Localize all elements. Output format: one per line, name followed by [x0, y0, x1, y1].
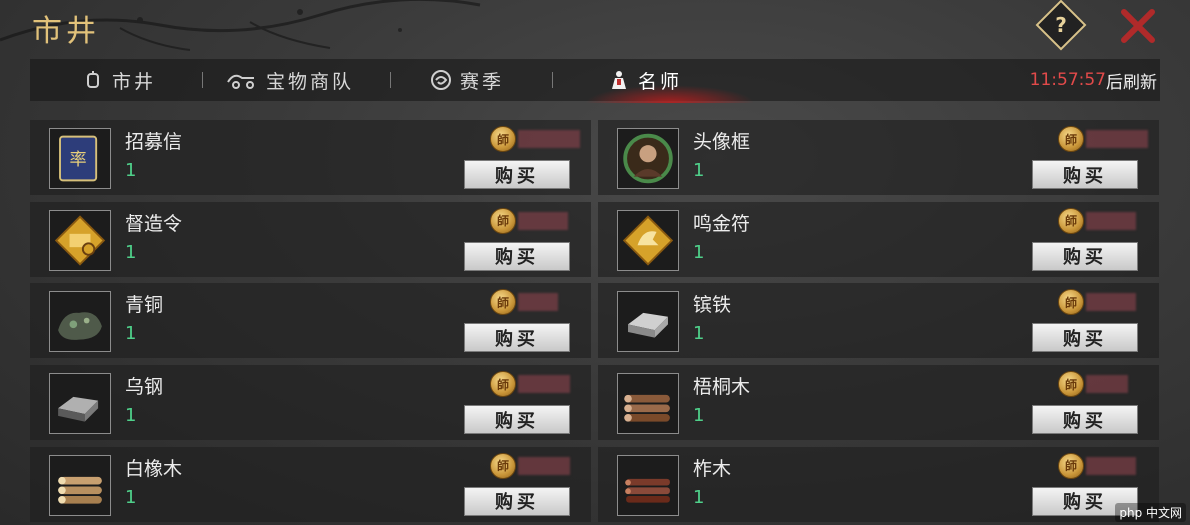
- buy-button[interactable]: 购买: [1032, 160, 1138, 189]
- tab-bar: 市井 宝物商队 赛季 名师 11:57:57 后刷新: [30, 59, 1160, 103]
- question-icon: ?: [1055, 13, 1067, 37]
- master-coin-icon: 師: [1058, 452, 1084, 479]
- buy-button[interactable]: 购买: [1032, 241, 1138, 271]
- shop-item-card: 率 招募信 1 師购买: [30, 120, 591, 195]
- recruit-letter-icon[interactable]: 率: [49, 128, 111, 189]
- shop-item-card: 梧桐木 1 師购买: [598, 365, 1159, 441]
- buy-button[interactable]: 购买: [464, 241, 570, 271]
- item-quantity: 1: [693, 241, 705, 263]
- item-quantity: 1: [125, 241, 137, 263]
- shop-item-card: 柞木 1 師购买: [598, 446, 1159, 522]
- help-button[interactable]: ?: [1035, 0, 1087, 51]
- master-coin-icon: 師: [490, 452, 516, 479]
- watermark: php 中文网: [1115, 503, 1186, 522]
- tab-treasure-caravan[interactable]: 宝物商队: [226, 59, 354, 101]
- item-name: 乌钢: [125, 376, 164, 399]
- close-button[interactable]: [1118, 6, 1158, 46]
- master-coin-icon: 師: [1058, 126, 1084, 152]
- retreat-charm-icon[interactable]: [617, 209, 679, 271]
- item-name: 督造令: [125, 212, 183, 235]
- item-name: 梧桐木: [693, 376, 751, 399]
- buy-button[interactable]: 购买: [1032, 405, 1138, 435]
- item-name: 白橡木: [125, 457, 183, 480]
- svg-text:率: 率: [70, 150, 87, 170]
- tab-master[interactable]: 名师: [608, 59, 682, 101]
- item-name: 柞木: [693, 457, 732, 480]
- item-quantity: 1: [693, 160, 705, 181]
- obscured-price: [518, 130, 580, 148]
- tab-season[interactable]: 赛季: [430, 59, 504, 101]
- master-coin-icon: 師: [1058, 371, 1084, 398]
- shop-item-card: 督造令 1 師购买: [30, 201, 591, 277]
- buy-button[interactable]: 购买: [464, 323, 570, 353]
- obscured-price: [518, 375, 570, 394]
- shop-item-card: 镔铁 1 師购买: [598, 283, 1159, 359]
- wutong-wood-icon[interactable]: [617, 373, 679, 435]
- master-icon: [608, 69, 630, 91]
- tab-separator: [202, 72, 203, 88]
- shop-item-card: 青铜 1 師购买: [30, 283, 591, 359]
- tab-market[interactable]: 市井: [82, 59, 156, 101]
- buy-button[interactable]: 购买: [464, 405, 570, 435]
- buy-button[interactable]: 购买: [464, 160, 570, 189]
- item-name: 青铜: [125, 294, 164, 317]
- item-name: 镔铁: [693, 294, 732, 317]
- obscured-price: [1086, 375, 1128, 394]
- item-quantity: 1: [125, 323, 137, 345]
- item-name: 招募信: [125, 131, 183, 153]
- white-oak-icon[interactable]: [49, 454, 111, 516]
- buy-button[interactable]: 购买: [464, 486, 570, 516]
- bronze-ore-icon[interactable]: [49, 291, 111, 353]
- item-quantity: 1: [693, 405, 705, 427]
- shop-item-card: 头像框 1 師购买: [598, 120, 1159, 195]
- item-quantity: 1: [125, 405, 137, 427]
- tab-market-label: 市井: [112, 70, 157, 93]
- master-coin-icon: 師: [1058, 207, 1084, 234]
- tab-master-label: 名师: [638, 70, 683, 93]
- oak-wood-icon[interactable]: [617, 454, 679, 516]
- master-coin-icon: 師: [1058, 289, 1084, 316]
- refresh-countdown: 11:57:57: [1029, 70, 1106, 90]
- obscured-price: [1086, 130, 1148, 148]
- build-order-icon[interactable]: [49, 209, 111, 271]
- avatar-frame-icon[interactable]: [617, 128, 679, 189]
- tab-separator: [552, 72, 553, 88]
- master-coin-icon: 師: [490, 207, 516, 234]
- shop-item-card: 乌钢 1 師购买: [30, 365, 591, 441]
- tab-season-label: 赛季: [460, 70, 505, 93]
- refresh-timer: 11:57:57 后刷新: [1030, 59, 1157, 101]
- obscured-price: [1086, 456, 1136, 475]
- refresh-suffix: 后刷新: [1106, 72, 1157, 93]
- obscured-price: [518, 211, 568, 230]
- buy-button[interactable]: 购买: [1032, 323, 1138, 353]
- item-name: 头像框: [693, 131, 751, 153]
- page-title: 市井: [32, 14, 100, 49]
- item-quantity: 1: [693, 323, 705, 345]
- item-quantity: 1: [125, 486, 137, 508]
- item-quantity: 1: [693, 486, 705, 508]
- obscured-price: [1086, 211, 1136, 230]
- swirl-icon: [430, 69, 452, 91]
- obscured-price: [518, 456, 570, 475]
- master-coin-icon: 師: [490, 371, 516, 398]
- tab-separator: [390, 72, 391, 88]
- iron-ingot-icon[interactable]: [617, 291, 679, 353]
- black-steel-icon[interactable]: [49, 373, 111, 435]
- caravan-icon: [226, 69, 258, 91]
- lantern-icon: [82, 69, 104, 91]
- item-quantity: 1: [125, 160, 137, 181]
- obscured-price: [518, 293, 558, 312]
- master-coin-icon: 師: [490, 126, 516, 152]
- obscured-price: [1086, 293, 1136, 312]
- close-icon: [1121, 9, 1155, 43]
- shop-item-card: 白橡木 1 師购买: [30, 446, 591, 522]
- master-coin-icon: 師: [490, 289, 516, 316]
- tab-treasure-caravan-label: 宝物商队: [266, 70, 355, 93]
- item-name: 鸣金符: [693, 212, 751, 235]
- shop-item-card: 鸣金符 1 師购买: [598, 201, 1159, 277]
